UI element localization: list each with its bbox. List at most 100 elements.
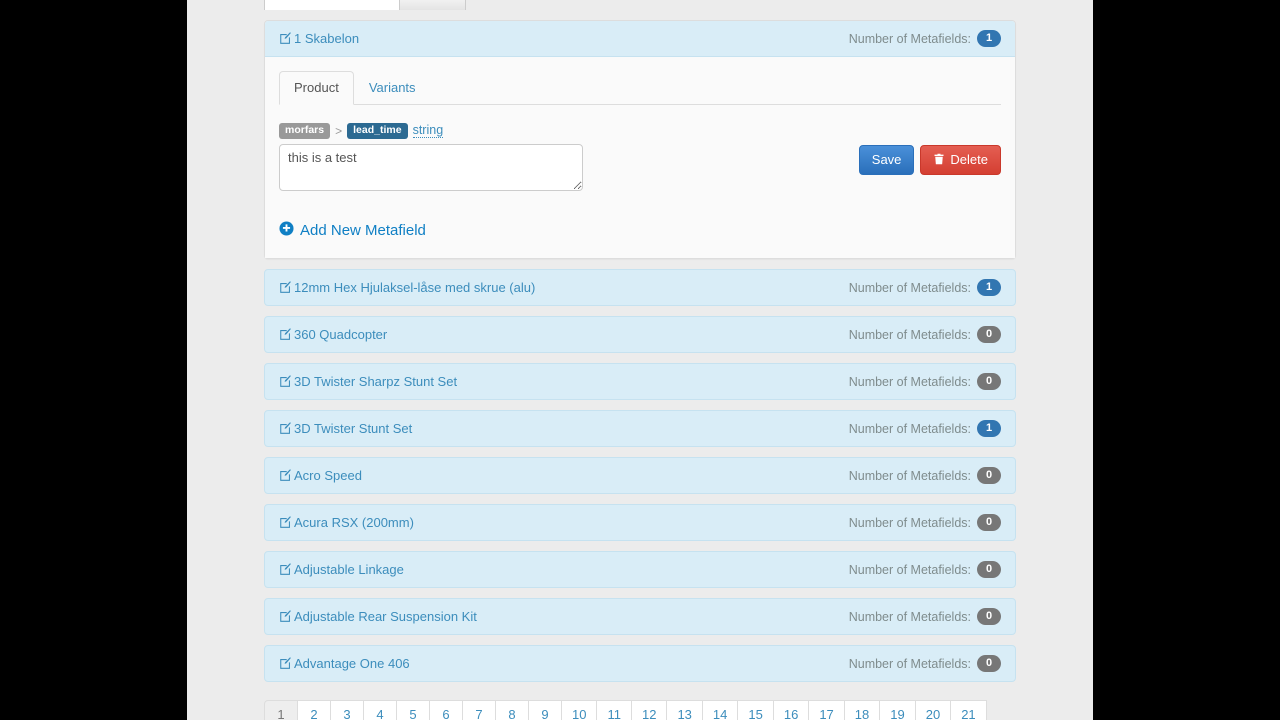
active-template-header[interactable]: 1 Skabelon Number of Metafields: 1 bbox=[265, 21, 1015, 57]
metafield-count-group: Number of Metafields: 0 bbox=[849, 655, 1001, 673]
pagination-item[interactable]: 10 bbox=[561, 700, 598, 720]
active-template-title: 1 Skabelon bbox=[294, 31, 360, 46]
pagination-link[interactable]: 13 bbox=[666, 700, 703, 720]
pagination-link[interactable]: 21 bbox=[950, 700, 987, 720]
metafield-count-group: Number of Metafields: 1 bbox=[849, 420, 1001, 438]
delete-button[interactable]: Delete bbox=[920, 145, 1001, 175]
product-link[interactable]: 12mm Hex Hjulaksel-låse med skrue (alu) bbox=[279, 280, 535, 295]
pagination-link[interactable]: 10 bbox=[561, 700, 598, 720]
pagination-item[interactable]: 7 bbox=[462, 700, 496, 720]
product-row[interactable]: Acura RSX (200mm) Number of Metafields: 0 bbox=[264, 504, 1016, 542]
search-input[interactable] bbox=[264, 0, 400, 10]
pagination-item[interactable]: 11 bbox=[596, 700, 632, 720]
tab-product-label[interactable]: Product bbox=[279, 71, 354, 106]
metafield-count-label: Number of Metafields: bbox=[848, 374, 971, 389]
metafield-count-group: Number of Metafields: 0 bbox=[848, 514, 1001, 532]
add-new-metafield-button[interactable]: Add New Metafield bbox=[279, 221, 426, 240]
pagination-item[interactable]: 20 bbox=[914, 700, 952, 720]
pagination-item[interactable]: 9 bbox=[528, 700, 562, 720]
active-template-link[interactable]: 1 Skabelon bbox=[279, 31, 359, 46]
pagination-item[interactable]: 21 bbox=[950, 700, 987, 720]
add-new-metafield-label: Add New Metafield bbox=[300, 222, 426, 240]
product-row[interactable]: Advantage One 406 Number of Metafields: 0 bbox=[264, 645, 1016, 683]
product-row[interactable]: 12mm Hex Hjulaksel-låse med skrue (alu) N… bbox=[264, 269, 1016, 307]
pagination-item[interactable]: 13 bbox=[666, 700, 703, 720]
metafield-value-type-link[interactable]: string bbox=[412, 123, 444, 139]
product-row[interactable]: 3D Twister Stunt Set Number of Metafields… bbox=[264, 410, 1016, 448]
product-link[interactable]: 3D Twister Stunt Set bbox=[279, 421, 412, 436]
search-form bbox=[264, 0, 1016, 10]
pagination-item[interactable]: 19 bbox=[879, 700, 916, 720]
product-link[interactable]: Adjustable Linkage bbox=[279, 562, 404, 577]
product-name: Acro Speed bbox=[294, 468, 362, 484]
pagination-item[interactable]: 16 bbox=[772, 700, 810, 720]
product-row[interactable]: Adjustable Rear Suspension Kit Number of … bbox=[264, 598, 1016, 636]
pagination-item[interactable]: 4 bbox=[363, 700, 397, 720]
metafield-count-badge: 0 bbox=[977, 561, 1001, 579]
pagination-link[interactable]: 8 bbox=[495, 700, 529, 720]
pagination-item[interactable]: 5 bbox=[396, 700, 430, 720]
metafield-count-group: Number of Metafields: 0 bbox=[848, 467, 1001, 485]
pagination-item[interactable]: 17 bbox=[808, 700, 845, 720]
product-row[interactable]: Adjustable Linkage Number of Metafields: 0 bbox=[264, 551, 1016, 589]
product-link[interactable]: 360 Quadcopter bbox=[279, 327, 387, 342]
product-row[interactable]: Acro Speed Number of Metafields: 0 bbox=[264, 457, 1016, 495]
metafield-count-group: Number of Metafields: 1 bbox=[849, 279, 1001, 297]
pagination-item[interactable]: 15 bbox=[737, 700, 774, 720]
pagination-item[interactable]: 3 bbox=[330, 700, 364, 720]
product-name: 3D Twister Sharpz Stunt Set bbox=[294, 374, 458, 390]
save-button[interactable]: Save bbox=[858, 145, 915, 175]
product-link[interactable]: Adjustable Rear Suspension Kit bbox=[279, 609, 477, 624]
pagination-link[interactable]: 14 bbox=[701, 700, 739, 720]
pagination-item[interactable]: 14 bbox=[701, 700, 739, 720]
tab-variants[interactable]: Variants bbox=[354, 71, 431, 105]
metafield-count-badge: 0 bbox=[977, 608, 1001, 626]
pagination-link[interactable]: 2 bbox=[297, 700, 331, 720]
pagination-item[interactable]: 18 bbox=[843, 700, 881, 720]
metafield-count-group: Number of Metafields: 0 bbox=[849, 608, 1001, 626]
pagination-item[interactable]: 2 bbox=[297, 700, 331, 720]
metafield-count-badge: 0 bbox=[977, 373, 1001, 391]
pagination-link[interactable]: 16 bbox=[772, 700, 810, 720]
metafield-count-label: Number of Metafields: bbox=[848, 562, 971, 577]
metafield-count-label: Number of Metafields: bbox=[848, 515, 971, 530]
product-name: Adjustable Rear Suspension Kit bbox=[294, 609, 477, 625]
pagination-link[interactable]: 17 bbox=[808, 700, 845, 720]
pagination-link[interactable]: 6 bbox=[429, 700, 463, 720]
search-button[interactable] bbox=[400, 0, 466, 10]
tab-variants-label[interactable]: Variants bbox=[354, 71, 431, 105]
pagination-link[interactable]: 9 bbox=[528, 700, 562, 720]
pagination-link[interactable]: 18 bbox=[843, 700, 881, 720]
pagination-link[interactable]: 19 bbox=[879, 700, 916, 720]
pagination-link[interactable]: 20 bbox=[914, 700, 952, 720]
product-row[interactable]: 360 Quadcopter Number of Metafields: 0 bbox=[264, 316, 1016, 354]
metafield-key-tag: lead_time bbox=[347, 123, 408, 139]
pagination-link[interactable]: 5 bbox=[396, 700, 430, 720]
metafield-editor: morfars > lead_time string Save bbox=[279, 105, 1001, 192]
pagination-link[interactable]: 4 bbox=[363, 700, 397, 720]
metafield-value-textarea[interactable] bbox=[279, 144, 583, 192]
browser-viewport: 1 Skabelon Number of Metafields: 1 Produ… bbox=[187, 0, 1093, 720]
metafield-count-label: Number of Metafields: bbox=[848, 468, 971, 483]
pagination-link[interactable]: 1 bbox=[264, 700, 298, 720]
pagination-link[interactable]: 11 bbox=[596, 700, 632, 720]
pagination-link[interactable]: 7 bbox=[462, 700, 496, 720]
pagination-link[interactable]: 12 bbox=[630, 700, 668, 720]
pencil-square-icon bbox=[279, 421, 292, 436]
product-name: Acura RSX (200mm) bbox=[294, 515, 414, 531]
pagination-item[interactable]: 12 bbox=[630, 700, 668, 720]
product-link[interactable]: Advantage One 406 bbox=[279, 656, 410, 671]
product-link[interactable]: Acura RSX (200mm) bbox=[279, 515, 414, 530]
pagination-item[interactable]: 8 bbox=[495, 700, 529, 720]
metafield-count-group: Number of Metafields: 0 bbox=[848, 373, 1001, 391]
tab-product[interactable]: Product bbox=[279, 71, 354, 106]
pagination-item[interactable]: 6 bbox=[429, 700, 463, 720]
pagination-item[interactable]: 1 bbox=[264, 700, 298, 720]
pagination-link[interactable]: 15 bbox=[737, 700, 774, 720]
product-link[interactable]: 3D Twister Sharpz Stunt Set bbox=[279, 374, 457, 389]
product-link[interactable]: Acro Speed bbox=[279, 468, 362, 483]
metafield-count-group: Number of Metafields: 0 bbox=[848, 561, 1001, 579]
pagination-link[interactable]: 3 bbox=[330, 700, 364, 720]
product-row[interactable]: 3D Twister Sharpz Stunt Set Number of Met… bbox=[264, 363, 1016, 401]
pencil-square-icon bbox=[279, 656, 292, 671]
